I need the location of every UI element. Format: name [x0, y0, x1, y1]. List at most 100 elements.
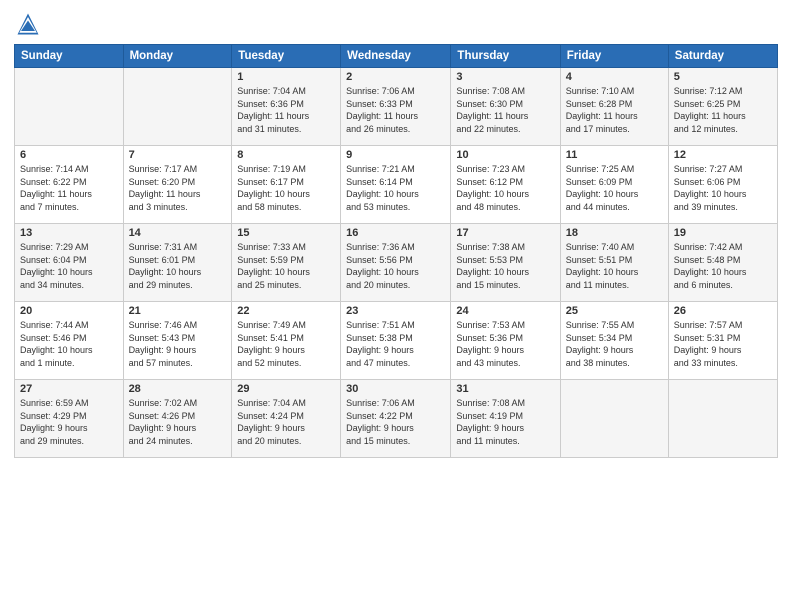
weekday-header-tuesday: Tuesday	[232, 45, 341, 68]
day-info: Sunrise: 7:06 AM Sunset: 4:22 PM Dayligh…	[346, 397, 445, 447]
day-number: 27	[20, 383, 118, 395]
day-number: 29	[237, 383, 335, 395]
calendar-cell: 5 Sunrise: 7:12 AM Sunset: 6:25 PM Daylig…	[668, 68, 777, 146]
weekday-header-wednesday: Wednesday	[341, 45, 451, 68]
week-row-3: 13Sunrise: 7:29 AM Sunset: 6:04 PM Dayli…	[15, 224, 778, 302]
day-info: Sunrise: 7:44 AM Sunset: 5:46 PM Dayligh…	[20, 319, 118, 369]
calendar-cell: 26 Sunrise: 7:57 AM Sunset: 5:31 PM Dayli…	[668, 302, 777, 380]
day-number: 3	[456, 71, 554, 83]
calendar-cell: 22 Sunrise: 7:49 AM Sunset: 5:41 PM Dayli…	[232, 302, 341, 380]
calendar-cell: 8 Sunrise: 7:19 AM Sunset: 6:17 PM Daylig…	[232, 146, 341, 224]
day-info: Sunrise: 7:12 AM Sunset: 6:25 PM Dayligh…	[674, 85, 772, 135]
week-row-2: 6 Sunrise: 7:14 AM Sunset: 6:22 PM Daylig…	[15, 146, 778, 224]
day-info: Sunrise: 7:42 AM Sunset: 5:48 PM Dayligh…	[674, 241, 772, 291]
day-info: Sunrise: 7:57 AM Sunset: 5:31 PM Dayligh…	[674, 319, 772, 369]
day-number: 14	[129, 227, 227, 239]
calendar-cell	[123, 68, 232, 146]
day-number: 7	[129, 149, 227, 161]
day-number: 26	[674, 305, 772, 317]
day-info: Sunrise: 7:21 AM Sunset: 6:14 PM Dayligh…	[346, 163, 445, 213]
header	[14, 10, 778, 38]
day-number: 11	[566, 149, 663, 161]
calendar-cell: 13Sunrise: 7:29 AM Sunset: 6:04 PM Dayli…	[15, 224, 124, 302]
week-row-1: 1 Sunrise: 7:04 AM Sunset: 6:36 PM Daylig…	[15, 68, 778, 146]
day-number: 9	[346, 149, 445, 161]
logo-icon	[14, 10, 42, 38]
day-info: Sunrise: 7:38 AM Sunset: 5:53 PM Dayligh…	[456, 241, 554, 291]
calendar-cell: 3 Sunrise: 7:08 AM Sunset: 6:30 PM Daylig…	[451, 68, 560, 146]
day-number: 19	[674, 227, 772, 239]
week-row-5: 27Sunrise: 6:59 AM Sunset: 4:29 PM Dayli…	[15, 380, 778, 458]
calendar-cell: 1 Sunrise: 7:04 AM Sunset: 6:36 PM Daylig…	[232, 68, 341, 146]
day-info: Sunrise: 7:08 AM Sunset: 6:30 PM Dayligh…	[456, 85, 554, 135]
logo	[14, 10, 44, 38]
calendar-cell: 9 Sunrise: 7:21 AM Sunset: 6:14 PM Daylig…	[341, 146, 451, 224]
day-number: 31	[456, 383, 554, 395]
day-info: Sunrise: 7:02 AM Sunset: 4:26 PM Dayligh…	[129, 397, 227, 447]
calendar-cell: 19 Sunrise: 7:42 AM Sunset: 5:48 PM Dayli…	[668, 224, 777, 302]
day-number: 6	[20, 149, 118, 161]
day-number: 12	[674, 149, 772, 161]
day-number: 13	[20, 227, 118, 239]
calendar-cell: 21 Sunrise: 7:46 AM Sunset: 5:43 PM Dayli…	[123, 302, 232, 380]
calendar-cell: 25 Sunrise: 7:55 AM Sunset: 5:34 PM Dayli…	[560, 302, 668, 380]
day-info: Sunrise: 7:55 AM Sunset: 5:34 PM Dayligh…	[566, 319, 663, 369]
day-number: 5	[674, 71, 772, 83]
day-number: 2	[346, 71, 445, 83]
day-info: Sunrise: 7:25 AM Sunset: 6:09 PM Dayligh…	[566, 163, 663, 213]
day-info: Sunrise: 7:49 AM Sunset: 5:41 PM Dayligh…	[237, 319, 335, 369]
day-number: 17	[456, 227, 554, 239]
day-number: 4	[566, 71, 663, 83]
page: SundayMondayTuesdayWednesdayThursdayFrid…	[0, 0, 792, 612]
day-info: Sunrise: 7:36 AM Sunset: 5:56 PM Dayligh…	[346, 241, 445, 291]
day-info: Sunrise: 7:51 AM Sunset: 5:38 PM Dayligh…	[346, 319, 445, 369]
day-number: 22	[237, 305, 335, 317]
weekday-header-row: SundayMondayTuesdayWednesdayThursdayFrid…	[15, 45, 778, 68]
calendar-cell: 27Sunrise: 6:59 AM Sunset: 4:29 PM Dayli…	[15, 380, 124, 458]
day-info: Sunrise: 7:14 AM Sunset: 6:22 PM Dayligh…	[20, 163, 118, 213]
day-info: Sunrise: 7:04 AM Sunset: 4:24 PM Dayligh…	[237, 397, 335, 447]
day-number: 16	[346, 227, 445, 239]
calendar-cell: 15Sunrise: 7:33 AM Sunset: 5:59 PM Dayli…	[232, 224, 341, 302]
calendar-cell: 6 Sunrise: 7:14 AM Sunset: 6:22 PM Daylig…	[15, 146, 124, 224]
calendar-cell: 11 Sunrise: 7:25 AM Sunset: 6:09 PM Dayli…	[560, 146, 668, 224]
day-info: Sunrise: 7:23 AM Sunset: 6:12 PM Dayligh…	[456, 163, 554, 213]
calendar-cell: 30 Sunrise: 7:06 AM Sunset: 4:22 PM Dayli…	[341, 380, 451, 458]
calendar-cell: 4 Sunrise: 7:10 AM Sunset: 6:28 PM Daylig…	[560, 68, 668, 146]
day-number: 1	[237, 71, 335, 83]
day-info: Sunrise: 7:53 AM Sunset: 5:36 PM Dayligh…	[456, 319, 554, 369]
day-info: Sunrise: 7:08 AM Sunset: 4:19 PM Dayligh…	[456, 397, 554, 447]
calendar-cell: 7 Sunrise: 7:17 AM Sunset: 6:20 PM Daylig…	[123, 146, 232, 224]
day-number: 28	[129, 383, 227, 395]
calendar-cell: 20Sunrise: 7:44 AM Sunset: 5:46 PM Dayli…	[15, 302, 124, 380]
day-info: Sunrise: 7:17 AM Sunset: 6:20 PM Dayligh…	[129, 163, 227, 213]
calendar-cell	[15, 68, 124, 146]
calendar-cell	[560, 380, 668, 458]
week-row-4: 20Sunrise: 7:44 AM Sunset: 5:46 PM Dayli…	[15, 302, 778, 380]
calendar-cell: 31 Sunrise: 7:08 AM Sunset: 4:19 PM Dayli…	[451, 380, 560, 458]
day-number: 8	[237, 149, 335, 161]
day-number: 24	[456, 305, 554, 317]
day-info: Sunrise: 7:46 AM Sunset: 5:43 PM Dayligh…	[129, 319, 227, 369]
day-info: Sunrise: 7:40 AM Sunset: 5:51 PM Dayligh…	[566, 241, 663, 291]
calendar-cell: 18 Sunrise: 7:40 AM Sunset: 5:51 PM Dayli…	[560, 224, 668, 302]
day-number: 30	[346, 383, 445, 395]
calendar-table: SundayMondayTuesdayWednesdayThursdayFrid…	[14, 44, 778, 458]
day-number: 10	[456, 149, 554, 161]
weekday-header-thursday: Thursday	[451, 45, 560, 68]
calendar-cell: 16 Sunrise: 7:36 AM Sunset: 5:56 PM Dayli…	[341, 224, 451, 302]
calendar-cell: 2Sunrise: 7:06 AM Sunset: 6:33 PM Daylig…	[341, 68, 451, 146]
day-number: 21	[129, 305, 227, 317]
day-info: Sunrise: 7:10 AM Sunset: 6:28 PM Dayligh…	[566, 85, 663, 135]
weekday-header-saturday: Saturday	[668, 45, 777, 68]
day-number: 23	[346, 305, 445, 317]
day-info: Sunrise: 7:04 AM Sunset: 6:36 PM Dayligh…	[237, 85, 335, 135]
weekday-header-sunday: Sunday	[15, 45, 124, 68]
day-info: Sunrise: 7:19 AM Sunset: 6:17 PM Dayligh…	[237, 163, 335, 213]
calendar-cell: 14 Sunrise: 7:31 AM Sunset: 6:01 PM Dayli…	[123, 224, 232, 302]
day-info: Sunrise: 7:31 AM Sunset: 6:01 PM Dayligh…	[129, 241, 227, 291]
day-number: 25	[566, 305, 663, 317]
calendar-cell: 28 Sunrise: 7:02 AM Sunset: 4:26 PM Dayli…	[123, 380, 232, 458]
day-number: 18	[566, 227, 663, 239]
day-number: 15	[237, 227, 335, 239]
